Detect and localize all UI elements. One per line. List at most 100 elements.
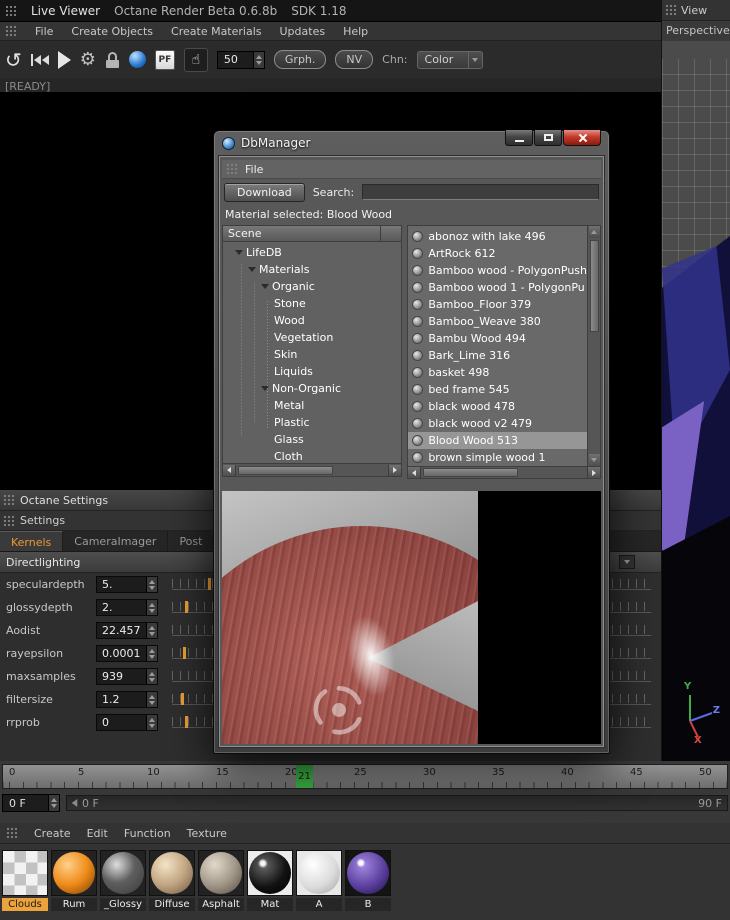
pf-tool-icon[interactable]: PF [154, 49, 175, 70]
expand-arrow-icon[interactable] [261, 386, 269, 391]
material-list-item-selected[interactable]: Blood Wood 513 [408, 432, 587, 449]
tree-item-organic[interactable]: Organic [223, 278, 401, 295]
param-value-field[interactable]: 2. [96, 599, 158, 616]
material-thumb-glossy[interactable]: _Glossy [100, 850, 146, 911]
scrollbar-thumb[interactable] [423, 468, 519, 477]
spinner-arrows-icon[interactable] [146, 623, 157, 638]
maximize-button[interactable] [534, 130, 562, 146]
slider-thumb[interactable] [183, 647, 186, 659]
tree-item-liquids[interactable]: Liquids [223, 363, 401, 380]
frame-range-slider[interactable]: 0 F 90 F [66, 795, 728, 811]
tree-item-materials[interactable]: Materials [223, 261, 401, 278]
play-icon[interactable] [57, 50, 71, 69]
nv-button[interactable]: NV [335, 50, 374, 69]
menu-texture[interactable]: Texture [187, 827, 227, 840]
material-list-item[interactable]: Bamboo_Weave 380 [408, 313, 587, 330]
expand-arrow-icon[interactable] [248, 267, 256, 272]
material-list-item[interactable]: Bamboo_Floor 379 [408, 296, 587, 313]
kernel-dropdown-button[interactable] [619, 555, 635, 569]
param-value-field[interactable]: 1.2 [96, 691, 158, 708]
material-list-item[interactable]: black wood 478 [408, 398, 587, 415]
scrollbar-thumb[interactable] [589, 240, 599, 332]
slider-thumb[interactable] [181, 693, 184, 705]
spinner-arrows-icon[interactable] [146, 577, 157, 592]
material-list-item[interactable]: Bamboo wood 1 - PolygonPu [408, 279, 587, 296]
spinner-arrows-icon[interactable] [252, 51, 264, 68]
tree-item-wood[interactable]: Wood [223, 312, 401, 329]
scrollbar-thumb[interactable] [238, 465, 333, 475]
tree-item-vegetation[interactable]: Vegetation [223, 329, 401, 346]
tree-item-plastic[interactable]: Plastic [223, 414, 401, 431]
dialog-titlebar[interactable]: DbManager [214, 130, 609, 155]
menu-file[interactable]: File [35, 25, 53, 38]
channel-dropdown[interactable]: Color [416, 50, 483, 69]
material-thumb-asphalt[interactable]: Asphalt [198, 850, 244, 911]
menu-create[interactable]: Create [34, 827, 71, 840]
samples-spinner[interactable]: 50 [216, 50, 265, 69]
param-value-field[interactable]: 0 [96, 714, 158, 731]
frame-number-field[interactable]: 0 F [2, 794, 60, 812]
spinner-arrows-icon[interactable] [48, 795, 59, 811]
lock-resolution-icon[interactable] [105, 51, 120, 68]
tree-item-skin[interactable]: Skin [223, 346, 401, 363]
material-list-item[interactable]: bed frame 545 [408, 381, 587, 398]
tree-column-header[interactable]: Scene [222, 225, 403, 242]
menu-help[interactable]: Help [343, 25, 368, 38]
tab-post[interactable]: Post [168, 531, 215, 551]
tree-item-cloth[interactable]: Cloth [223, 448, 401, 463]
viewport-mode-label[interactable]: Perspective [662, 21, 730, 40]
tree-item-non-organic[interactable]: Non-Organic [223, 380, 401, 397]
scroll-right-button[interactable] [388, 464, 402, 476]
current-frame-marker[interactable]: 21 [296, 765, 313, 788]
spinner-arrows-icon[interactable] [146, 669, 157, 684]
menu-create-objects[interactable]: Create Objects [71, 25, 153, 38]
list-horizontal-scrollbar[interactable] [407, 467, 601, 479]
scroll-right-button[interactable] [587, 467, 600, 478]
material-list-item[interactable]: ArtRock 612 [408, 245, 587, 262]
tree-item-stone[interactable]: Stone [223, 295, 401, 312]
range-handle-icon[interactable] [71, 799, 78, 807]
menu-create-materials[interactable]: Create Materials [171, 25, 261, 38]
tree-item-metal[interactable]: Metal [223, 397, 401, 414]
tab-kernels[interactable]: Kernels [0, 531, 64, 551]
close-button[interactable] [563, 130, 601, 146]
material-thumb-clouds[interactable]: Clouds [2, 850, 48, 911]
material-thumb-rum[interactable]: Rum [51, 850, 97, 911]
material-thumb-a[interactable]: A [296, 850, 342, 911]
material-list-item[interactable]: black wood v2 479 [408, 415, 587, 432]
search-input[interactable] [362, 184, 599, 200]
param-value-field[interactable]: 939 [96, 668, 158, 685]
tree-item-glass[interactable]: Glass [223, 431, 401, 448]
material-list-item[interactable]: Bark_Lime 316 [408, 347, 587, 364]
tree-item-lifedb[interactable]: LifeDB [223, 244, 401, 261]
material-list-item[interactable]: basket 498 [408, 364, 587, 381]
material-thumb-b[interactable]: B [345, 850, 391, 911]
slider-thumb[interactable] [185, 601, 188, 613]
material-thumb-mat[interactable]: Mat [247, 850, 293, 911]
restart-render-icon[interactable]: ↺ [5, 50, 22, 70]
material-list-item[interactable]: Bamboo wood - PolygonPush [408, 262, 587, 279]
menu-edit[interactable]: Edit [87, 827, 108, 840]
param-value-field[interactable]: 22.457 [96, 622, 158, 639]
material-list-item[interactable]: brown simple wood 1 [408, 449, 587, 466]
scene-viewport[interactable]: Y Z X [662, 41, 730, 761]
list-vertical-scrollbar[interactable] [588, 225, 601, 467]
scroll-left-button[interactable] [223, 464, 236, 476]
skip-to-start-icon[interactable] [30, 53, 49, 66]
timeline-ruler[interactable]: 0 5 10 15 20 25 30 35 40 45 50 21 [2, 764, 728, 789]
spinner-arrows-icon[interactable] [146, 646, 157, 661]
scroll-left-button[interactable] [408, 467, 422, 478]
scroll-up-button[interactable] [588, 226, 600, 238]
material-list-item[interactable]: Bambu Wood 494 [408, 330, 587, 347]
spinner-arrows-icon[interactable] [146, 692, 157, 707]
dialog-menu-file[interactable]: File [245, 163, 263, 176]
graph-button[interactable]: Grph. [273, 50, 327, 69]
menu-updates[interactable]: Updates [280, 25, 326, 38]
spinner-arrows-icon[interactable] [146, 600, 157, 615]
expand-arrow-icon[interactable] [235, 250, 243, 255]
minimize-button[interactable] [505, 130, 533, 146]
material-list-item[interactable]: abonoz with lake 496 [408, 228, 587, 245]
tab-cameraimager[interactable]: CameraImager [63, 531, 169, 551]
scroll-down-button[interactable] [588, 454, 600, 466]
menu-function[interactable]: Function [124, 827, 171, 840]
